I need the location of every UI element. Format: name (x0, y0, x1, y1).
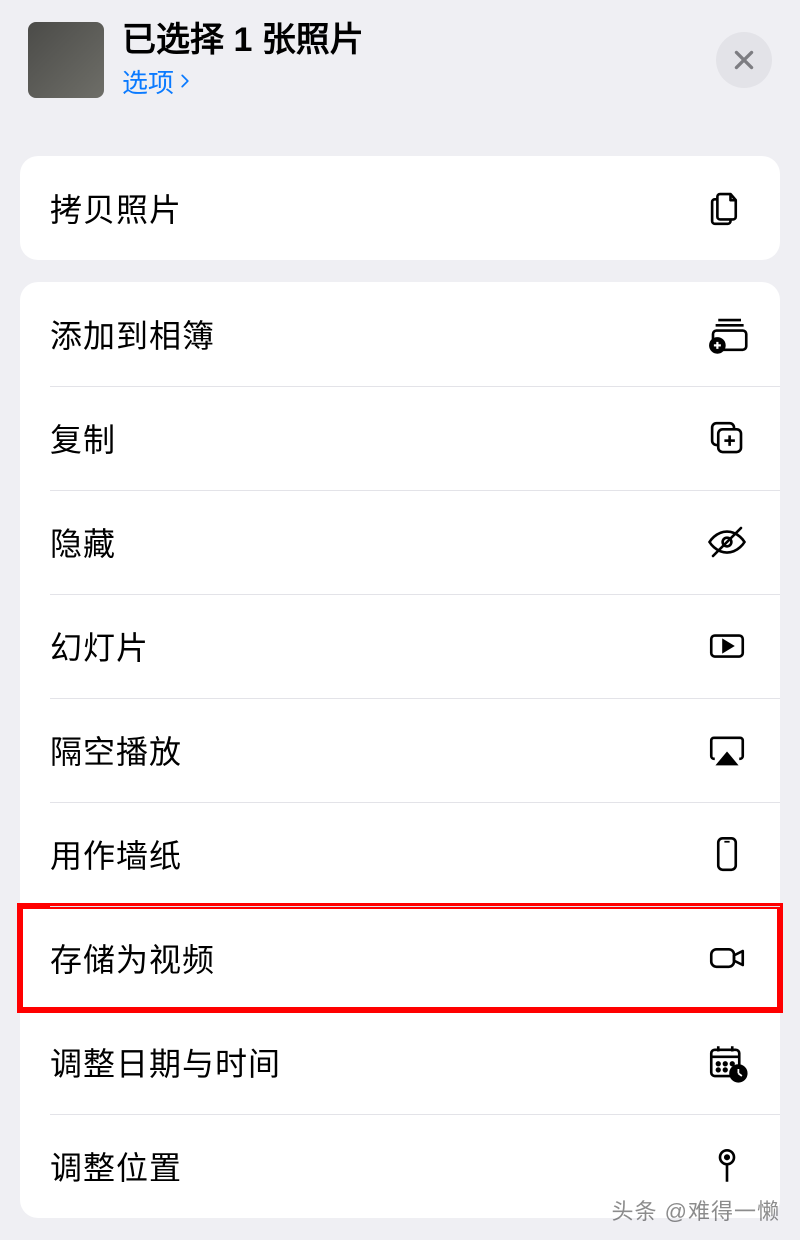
hide-row[interactable]: 隐藏 (20, 490, 780, 594)
airplay-icon (704, 727, 750, 773)
spacer (0, 118, 800, 156)
duplicate-label: 复制 (50, 415, 704, 461)
map-pin-icon (704, 1143, 750, 1189)
adjust-location-label: 调整位置 (50, 1143, 704, 1189)
close-icon (731, 47, 757, 73)
options-link[interactable]: 选项 (122, 63, 716, 100)
hide-label: 隐藏 (50, 519, 704, 565)
chevron-right-icon (178, 74, 192, 88)
use-as-wallpaper-row[interactable]: 用作墙纸 (20, 802, 780, 906)
save-as-video-label: 存储为视频 (50, 935, 704, 981)
sheet-header: 已选择 1 张照片 选项 (0, 0, 800, 118)
iphone-icon (704, 831, 750, 877)
action-group-2: 添加到相簿 复制 (20, 282, 780, 1218)
close-button[interactable] (716, 32, 772, 88)
adjust-datetime-row[interactable]: 调整日期与时间 (20, 1010, 780, 1114)
play-rect-icon (704, 623, 750, 669)
slideshow-row[interactable]: 幻灯片 (20, 594, 780, 698)
copy-icon (704, 185, 750, 231)
copy-photo-label: 拷贝照片 (50, 185, 704, 231)
slideshow-label: 幻灯片 (50, 623, 704, 669)
add-to-album-row[interactable]: 添加到相簿 (20, 282, 780, 386)
share-sheet: 已选择 1 张照片 选项 拷贝照片 添加到相簿 (0, 0, 800, 1240)
save-as-video-row[interactable]: 存储为视频 (20, 906, 780, 1010)
airplay-row[interactable]: 隔空播放 (20, 698, 780, 802)
sheet-title: 已选择 1 张照片 (122, 20, 716, 61)
header-titles: 已选择 1 张照片 选项 (122, 20, 716, 100)
duplicate-icon (704, 415, 750, 461)
duplicate-row[interactable]: 复制 (20, 386, 780, 490)
adjust-datetime-label: 调整日期与时间 (50, 1039, 704, 1085)
action-group-1: 拷贝照片 (20, 156, 780, 260)
copy-photo-row[interactable]: 拷贝照片 (20, 156, 780, 260)
airplay-label: 隔空播放 (50, 727, 704, 773)
use-as-wallpaper-label: 用作墙纸 (50, 831, 704, 877)
video-icon (704, 935, 750, 981)
options-label: 选项 (122, 63, 174, 100)
eye-slash-icon (704, 519, 750, 565)
calendar-clock-icon (704, 1039, 750, 1085)
watermark: 头条 @难得一懒 (612, 1194, 780, 1226)
album-add-icon (704, 311, 750, 357)
photo-thumbnail[interactable] (28, 22, 104, 98)
add-to-album-label: 添加到相簿 (50, 311, 704, 357)
